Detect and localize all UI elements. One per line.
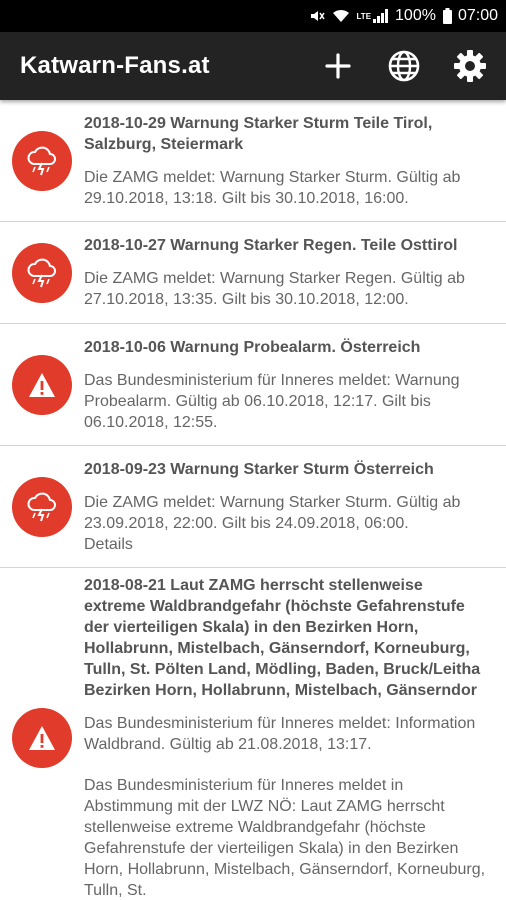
storm-icon (12, 130, 72, 191)
warning-title: 2018-10-27 Warnung Starker Regen. Teile … (84, 237, 458, 254)
app-bar: Katwarn-Fans.at (0, 32, 506, 100)
clock: 07:00 (457, 7, 498, 24)
warning-title: 2018-10-29 Warnung Starker Sturm Teile T… (84, 114, 433, 153)
storm-icon (12, 476, 72, 537)
storm-icon (12, 242, 72, 303)
globe-icon (388, 50, 420, 82)
warning-title: 2018-08-21 Laut ZAMG herrscht stellenwei… (84, 576, 481, 699)
warning-title: 2018-10-06 Warnung Probealarm. Österreic… (84, 338, 421, 356)
battery-icon (442, 8, 452, 24)
warning-triangle-icon (12, 707, 72, 768)
add-button[interactable] (318, 46, 358, 86)
warning-triangle-icon (12, 354, 72, 415)
mute-icon (309, 8, 325, 24)
plus-icon (325, 53, 351, 79)
warning-item[interactable]: 2018-10-29 Warnung Starker Sturm Teile T… (0, 100, 506, 222)
warning-body-extended: Das Bundesministerium für Inneres meldet… (84, 776, 486, 899)
wifi-icon (332, 8, 350, 24)
warning-item[interactable]: 2018-10-06 Warnung Probealarm. Österreic… (0, 324, 506, 446)
warning-item[interactable]: 2018-10-27 Warnung Starker Regen. Teile … (0, 222, 506, 324)
gear-icon (454, 50, 486, 82)
warning-item[interactable]: 2018-09-23 Warnung Starker Sturm Österre… (0, 446, 506, 568)
app-title: Katwarn-Fans.at (20, 52, 210, 79)
settings-button[interactable] (450, 46, 490, 86)
language-button[interactable] (384, 46, 424, 86)
warning-body: Das Bundesministerium für Inneres meldet… (84, 371, 460, 431)
warning-item[interactable]: 2018-08-21 Laut ZAMG herrscht stellenwei… (0, 568, 506, 900)
lte-signal-icon: LTE (357, 9, 390, 23)
status-bar: LTE 100% 07:00 (0, 0, 506, 32)
battery-percent: 100% (395, 7, 436, 24)
network-type-label: LTE (356, 11, 372, 21)
warning-body: Die ZAMG meldet: Warnung Starker Sturm. … (84, 493, 461, 532)
warning-list[interactable]: 2018-10-29 Warnung Starker Sturm Teile T… (0, 100, 506, 900)
warning-body: Die ZAMG meldet: Warnung Starker Sturm. … (84, 168, 461, 207)
warning-body: Die ZAMG meldet: Warnung Starker Regen. … (84, 270, 465, 308)
warning-body: Das Bundesministerium für Inneres meldet… (84, 714, 476, 753)
warning-title: 2018-09-23 Warnung Starker Sturm Österre… (84, 460, 434, 478)
details-link[interactable]: Details (84, 534, 488, 555)
